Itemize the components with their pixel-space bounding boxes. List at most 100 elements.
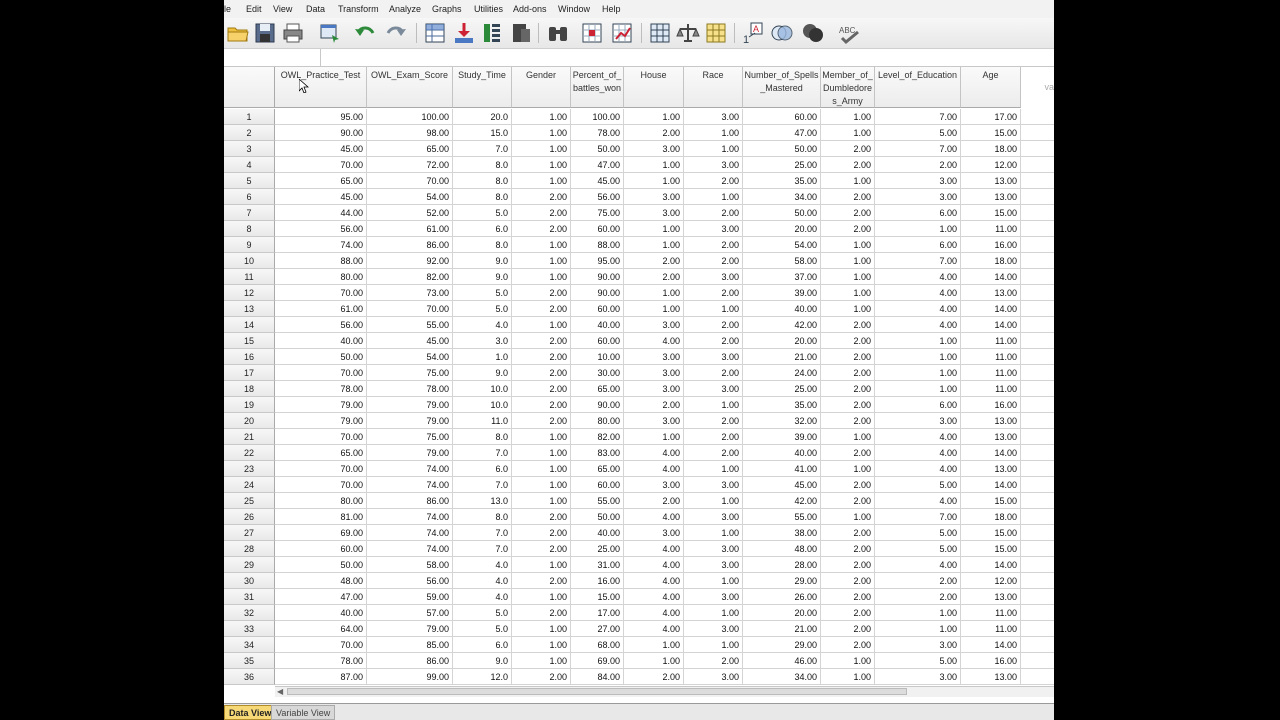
- data-cell[interactable]: 79.00: [367, 445, 453, 461]
- data-cell[interactable]: 70.00: [367, 301, 453, 317]
- data-cell[interactable]: 48.00: [743, 541, 821, 557]
- data-cell[interactable]: 4.00: [875, 557, 961, 573]
- row-number[interactable]: 18: [224, 381, 275, 397]
- data-cell[interactable]: 45.00: [743, 477, 821, 493]
- data-cell[interactable]: 1.00: [512, 477, 571, 493]
- data-cell[interactable]: 61.00: [275, 301, 367, 317]
- data-cell[interactable]: 7.0: [453, 445, 512, 461]
- data-cell[interactable]: 73.00: [367, 285, 453, 301]
- goto-case-icon[interactable]: [423, 21, 447, 45]
- empty-cell[interactable]: [1021, 573, 1054, 589]
- row-number[interactable]: 10: [224, 253, 275, 269]
- data-cell[interactable]: 12.00: [961, 573, 1021, 589]
- cell-name-box[interactable]: [224, 49, 321, 66]
- data-cell[interactable]: 95.00: [275, 109, 367, 125]
- data-cell[interactable]: 3.00: [684, 221, 743, 237]
- data-cell[interactable]: 15.00: [961, 541, 1021, 557]
- data-cell[interactable]: 2.00: [684, 413, 743, 429]
- data-cell[interactable]: 86.00: [367, 653, 453, 669]
- data-cell[interactable]: 3.00: [624, 317, 684, 333]
- data-cell[interactable]: 3.00: [875, 189, 961, 205]
- data-cell[interactable]: 90.00: [571, 285, 624, 301]
- data-cell[interactable]: 13.00: [961, 589, 1021, 605]
- data-cell[interactable]: 80.00: [275, 269, 367, 285]
- data-cell[interactable]: 1.00: [512, 317, 571, 333]
- row-number[interactable]: 27: [224, 525, 275, 541]
- empty-cell[interactable]: [1021, 173, 1054, 189]
- data-cell[interactable]: 87.00: [275, 669, 367, 685]
- data-cell[interactable]: 6.0: [453, 221, 512, 237]
- menu-view[interactable]: View: [273, 4, 292, 14]
- data-cell[interactable]: 2.00: [821, 573, 875, 589]
- data-cell[interactable]: 1.00: [875, 349, 961, 365]
- data-cell[interactable]: 11.00: [961, 333, 1021, 349]
- data-cell[interactable]: 1.00: [875, 365, 961, 381]
- data-cell[interactable]: 1.00: [512, 589, 571, 605]
- data-cell[interactable]: 74.00: [367, 509, 453, 525]
- data-cell[interactable]: 7.0: [453, 541, 512, 557]
- data-cell[interactable]: 28.00: [743, 557, 821, 573]
- data-cell[interactable]: 68.00: [571, 637, 624, 653]
- empty-cell[interactable]: [1021, 365, 1054, 381]
- data-cell[interactable]: 1.00: [684, 573, 743, 589]
- data-cell[interactable]: 60.00: [571, 221, 624, 237]
- data-cell[interactable]: 90.00: [571, 397, 624, 413]
- data-cell[interactable]: 56.00: [275, 221, 367, 237]
- data-cell[interactable]: 15.00: [961, 525, 1021, 541]
- dialog-recall-icon[interactable]: [318, 21, 342, 45]
- data-cell[interactable]: 2.00: [512, 365, 571, 381]
- data-cell[interactable]: 8.0: [453, 189, 512, 205]
- data-cell[interactable]: 18.00: [961, 253, 1021, 269]
- empty-cell[interactable]: [1021, 509, 1054, 525]
- data-cell[interactable]: 2.00: [684, 317, 743, 333]
- empty-cell[interactable]: [1021, 461, 1054, 477]
- tab-data-view[interactable]: Data View: [224, 705, 277, 720]
- data-cell[interactable]: 18.00: [961, 509, 1021, 525]
- data-cell[interactable]: 5.00: [875, 477, 961, 493]
- data-cell[interactable]: 5.0: [453, 301, 512, 317]
- data-cell[interactable]: 10.0: [453, 397, 512, 413]
- row-number[interactable]: 17: [224, 365, 275, 381]
- empty-cell[interactable]: [1021, 605, 1054, 621]
- data-cell[interactable]: 13.00: [961, 285, 1021, 301]
- data-cell[interactable]: 1.00: [875, 221, 961, 237]
- data-cell[interactable]: 2.00: [512, 221, 571, 237]
- data-cell[interactable]: 3.00: [624, 141, 684, 157]
- data-cell[interactable]: 46.00: [743, 653, 821, 669]
- data-cell[interactable]: 1.00: [512, 141, 571, 157]
- data-cell[interactable]: 2.00: [875, 589, 961, 605]
- row-number[interactable]: 3: [224, 141, 275, 157]
- data-cell[interactable]: 1.00: [512, 253, 571, 269]
- data-cell[interactable]: 74.00: [367, 477, 453, 493]
- menu-window[interactable]: Window: [558, 4, 590, 14]
- data-cell[interactable]: 2.00: [821, 141, 875, 157]
- col-owl-exam-score-header[interactable]: OWL_Exam_Score: [367, 67, 453, 108]
- data-cell[interactable]: 3.00: [684, 477, 743, 493]
- data-cell[interactable]: 2.00: [512, 413, 571, 429]
- data-cell[interactable]: 30.00: [571, 365, 624, 381]
- data-cell[interactable]: 2.00: [684, 285, 743, 301]
- data-cell[interactable]: 37.00: [743, 269, 821, 285]
- data-cell[interactable]: 54.00: [367, 349, 453, 365]
- data-cell[interactable]: 13.00: [961, 189, 1021, 205]
- data-cell[interactable]: 54.00: [367, 189, 453, 205]
- spelling-icon[interactable]: ABC: [838, 21, 862, 45]
- data-cell[interactable]: 6.00: [875, 205, 961, 221]
- row-number[interactable]: 12: [224, 285, 275, 301]
- data-cell[interactable]: 60.00: [571, 477, 624, 493]
- data-cell[interactable]: 69.00: [275, 525, 367, 541]
- data-cell[interactable]: 2.00: [624, 669, 684, 685]
- data-cell[interactable]: 40.00: [275, 333, 367, 349]
- data-cell[interactable]: 9.0: [453, 653, 512, 669]
- menu-graphs[interactable]: Graphs: [432, 4, 462, 14]
- data-cell[interactable]: 84.00: [571, 669, 624, 685]
- data-cell[interactable]: 2.00: [821, 637, 875, 653]
- data-cell[interactable]: 86.00: [367, 237, 453, 253]
- data-cell[interactable]: 4.00: [875, 269, 961, 285]
- data-cell[interactable]: 1.00: [821, 125, 875, 141]
- empty-cell[interactable]: [1021, 541, 1054, 557]
- data-cell[interactable]: 10.0: [453, 381, 512, 397]
- data-cell[interactable]: 3.00: [684, 541, 743, 557]
- data-cell[interactable]: 2.00: [512, 285, 571, 301]
- data-cell[interactable]: 70.00: [275, 461, 367, 477]
